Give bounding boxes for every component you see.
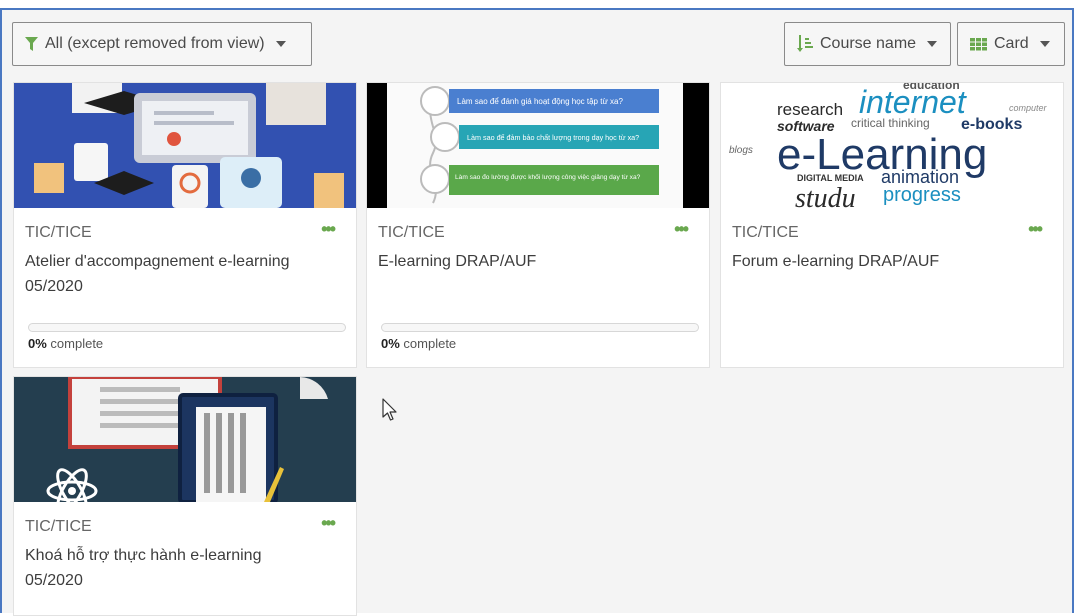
more-options-icon[interactable]: ••• xyxy=(321,513,336,534)
svg-text:critical thinking: critical thinking xyxy=(851,116,930,130)
svg-text:studu: studu xyxy=(795,183,856,208)
course-progress-bar xyxy=(28,323,346,332)
svg-text:computer: computer xyxy=(1009,103,1048,113)
mouse-cursor-icon xyxy=(382,398,397,421)
svg-text:blogs: blogs xyxy=(729,145,753,156)
more-options-icon[interactable]: ••• xyxy=(321,219,336,240)
course-card[interactable]: education internet research software cri… xyxy=(720,82,1064,368)
course-category: TIC/TICE xyxy=(378,224,445,241)
slide-text-2: Làm sao để đảm bảo chất lượng trong dạy … xyxy=(467,133,639,142)
svg-text:progress: progress xyxy=(883,184,961,206)
course-title[interactable]: E-learning DRAP/AUF xyxy=(378,249,668,274)
course-image-books[interactable] xyxy=(14,377,356,502)
course-image-word-cloud[interactable]: education internet research software cri… xyxy=(721,83,1063,208)
more-options-icon[interactable]: ••• xyxy=(674,219,689,240)
slide-text-1: Làm sao để đánh giá hoạt động học tập từ… xyxy=(457,97,623,106)
course-card-grid: TIC/TICE ••• Atelier d'accompagnement e-… xyxy=(2,10,1072,616)
progress-text: 0% complete xyxy=(28,336,104,351)
svg-text:DIGITAL MEDIA: DIGITAL MEDIA xyxy=(797,173,864,183)
course-category: TIC/TICE xyxy=(25,518,92,535)
course-card[interactable]: TIC/TICE ••• Khoá hỗ trợ thực hành e-lea… xyxy=(13,376,357,616)
course-overview-frame: All (except removed from view) Course na… xyxy=(0,8,1074,616)
more-options-icon[interactable]: ••• xyxy=(1028,219,1043,240)
svg-text:research: research xyxy=(777,100,843,119)
course-card[interactable]: Làm sao để đánh giá hoạt động học tập từ… xyxy=(366,82,710,368)
course-title[interactable]: Forum e-learning DRAP/AUF xyxy=(732,249,1022,274)
course-progress-bar xyxy=(381,323,699,332)
progress-text: 0% complete xyxy=(381,336,457,351)
course-category: TIC/TICE xyxy=(25,224,92,241)
course-image-slides[interactable]: Làm sao để đánh giá hoạt động học tập từ… xyxy=(367,83,709,208)
background-document-strip xyxy=(0,0,1078,8)
course-image-elearning-desk[interactable] xyxy=(14,83,356,208)
course-card[interactable]: TIC/TICE ••• Atelier d'accompagnement e-… xyxy=(13,82,357,368)
course-category: TIC/TICE xyxy=(732,224,799,241)
course-title[interactable]: Khoá hỗ trợ thực hành e-learning 05/2020 xyxy=(25,543,315,593)
course-title[interactable]: Atelier d'accompagnement e-learning 05/2… xyxy=(25,249,315,299)
slide-text-3: Làm sao đo lường được khối lượng công vi… xyxy=(455,172,641,181)
svg-text:internet: internet xyxy=(859,84,967,120)
